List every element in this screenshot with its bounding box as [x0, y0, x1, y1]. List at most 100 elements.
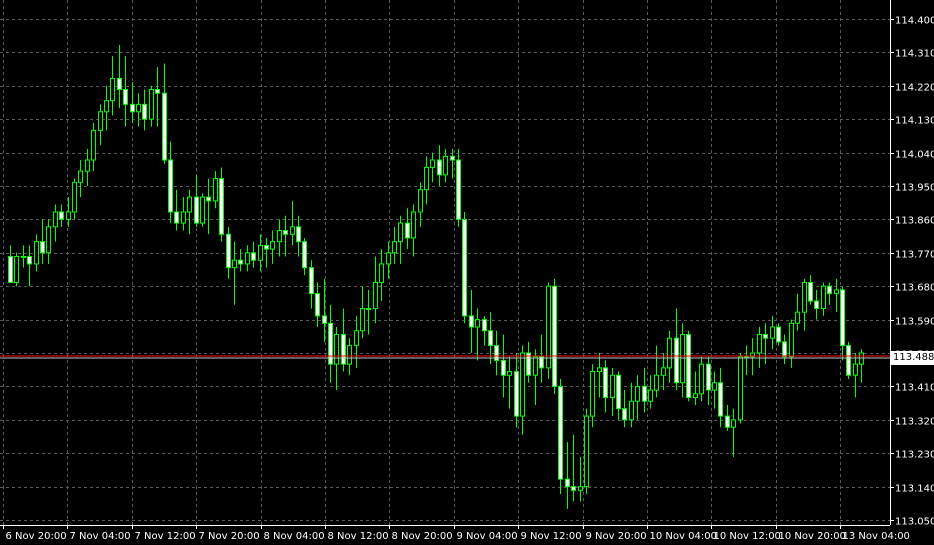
candle-body [405, 222, 410, 239]
candle-body [258, 244, 263, 261]
candle [776, 323, 781, 346]
y-tick-label: 113.230 [895, 450, 934, 461]
candle-body [315, 293, 320, 317]
candle-body [418, 189, 423, 213]
candle-body [456, 159, 461, 220]
candle-body [520, 352, 525, 417]
candle-body [213, 178, 218, 202]
candle-body [53, 211, 58, 228]
candle-body [270, 241, 275, 250]
candle-body [776, 326, 781, 343]
y-tick-label: 113.050 [895, 517, 934, 528]
candle-body [834, 289, 839, 295]
candle-body [142, 103, 147, 120]
x-tick-label: 8 Nov 12:00 [328, 531, 389, 542]
candle-body [782, 341, 787, 358]
y-tick-label: 113.410 [895, 383, 934, 394]
candle-body [226, 233, 231, 269]
candle-body [91, 129, 96, 161]
candle-body [654, 374, 659, 391]
candle-body [469, 315, 474, 328]
y-tick-label: 113.860 [895, 216, 934, 227]
candle [456, 148, 461, 227]
candle-body [277, 230, 282, 243]
y-tick-label: 114.220 [895, 83, 934, 94]
x-tick-label: 13 Nov 04:00 [843, 531, 910, 542]
candle-body [34, 241, 39, 265]
y-tick-label: 113.590 [895, 317, 934, 328]
y-tick-label: 113.950 [895, 183, 934, 194]
candle [552, 278, 557, 394]
candle-body [251, 252, 256, 261]
candle-body [853, 363, 858, 376]
candle-body [642, 385, 647, 402]
candle-body [130, 103, 135, 113]
candle [14, 252, 19, 287]
candle [846, 341, 851, 379]
candle [200, 193, 205, 227]
candle-body [840, 289, 845, 347]
candle-body [443, 155, 448, 176]
candle-body [379, 263, 384, 283]
candle [738, 353, 743, 424]
candle-body [514, 371, 519, 417]
candle-body [533, 356, 538, 376]
candle-body [571, 486, 576, 491]
candle-body [814, 300, 819, 309]
candle-body [110, 77, 115, 102]
x-tick-label: 8 Nov 04:00 [264, 531, 325, 542]
y-tick-label: 114.400 [895, 16, 934, 27]
candle-body [187, 196, 192, 213]
candle [219, 167, 224, 242]
candle-body [322, 315, 327, 324]
candle-body [763, 333, 768, 339]
candle-body [149, 89, 154, 120]
candle-body [302, 241, 307, 269]
y-tick-label: 113.770 [895, 250, 934, 261]
candle-body [437, 159, 442, 176]
candle-body [565, 478, 570, 488]
candle-body [552, 285, 557, 387]
y-tick-label: 113.140 [895, 484, 934, 495]
candle-body [181, 211, 186, 224]
x-tick-label: 7 Nov 20:00 [199, 531, 260, 542]
candle-body [846, 345, 851, 376]
candle-body [8, 256, 13, 283]
candle-body [123, 89, 128, 105]
candle-body [501, 359, 506, 376]
candle-body [104, 100, 109, 113]
candle-body [59, 211, 64, 220]
candle [584, 408, 589, 495]
candle-body [488, 330, 493, 347]
candle-body [686, 333, 691, 399]
candle-body [398, 222, 403, 243]
x-tick-label: 10 Nov 12:00 [714, 531, 781, 542]
candle-body [795, 311, 800, 324]
candle-body [309, 267, 314, 295]
candle-body [78, 170, 83, 183]
candle-body [462, 218, 467, 317]
candle-body [232, 259, 237, 269]
candle-body [174, 211, 179, 224]
candle-body [347, 345, 352, 365]
candle-body [667, 337, 672, 369]
y-tick-label: 113.320 [895, 417, 934, 428]
candle-body [629, 400, 634, 421]
candle-body [85, 159, 90, 172]
candle-body [718, 382, 723, 417]
y-tick-label: 114.130 [895, 116, 934, 127]
candle-body [674, 337, 679, 384]
candle-body [238, 259, 243, 265]
x-tick-label: 9 Nov 20:00 [586, 531, 647, 542]
y-tick-label: 113.680 [895, 283, 934, 294]
candle-body [699, 363, 704, 395]
candle-body [430, 159, 435, 168]
candle-body [693, 393, 698, 399]
x-tick-label: 8 Nov 20:00 [392, 531, 453, 542]
candle-body [558, 385, 563, 480]
candle-body [635, 385, 640, 402]
candle-body [46, 226, 51, 254]
candle-body [738, 356, 743, 421]
candle-body [482, 319, 487, 332]
candle-body [821, 285, 826, 309]
